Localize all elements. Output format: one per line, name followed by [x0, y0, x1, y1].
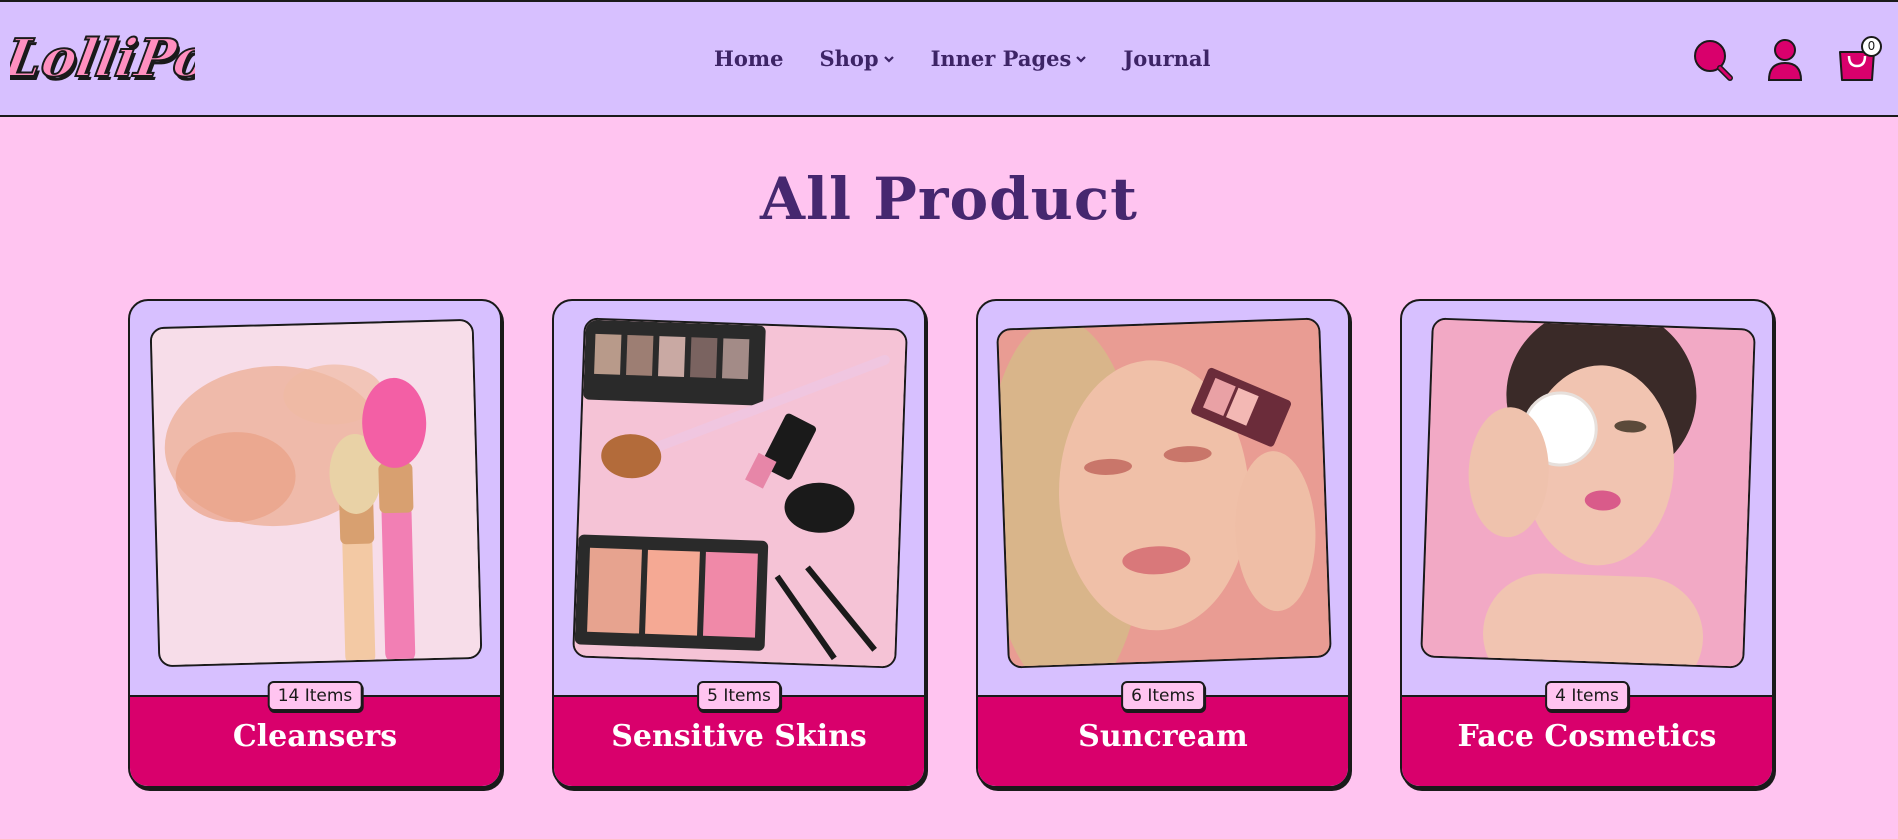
- category-name: Face Cosmetics: [1457, 719, 1717, 754]
- item-count-badge: 6 Items: [1121, 681, 1205, 711]
- lollipop-logo[interactable]: LolliPop LolliPop: [10, 16, 195, 102]
- account-button[interactable]: [1764, 38, 1806, 82]
- category-name: Sensitive Skins: [611, 719, 867, 754]
- nav-shop[interactable]: Shop: [819, 46, 894, 71]
- category-name: Suncream: [1078, 719, 1248, 754]
- category-name: Cleansers: [232, 719, 398, 754]
- powder-and-brushes-photo: [149, 318, 483, 668]
- svg-text:LolliPop: LolliPop: [10, 28, 195, 89]
- category-card-suncream[interactable]: 6 Items Suncream: [976, 299, 1350, 788]
- category-card-face-cosmetics[interactable]: 4 Items Face Cosmetics: [1400, 299, 1774, 788]
- item-count-badge: 14 Items: [267, 681, 363, 711]
- chevron-down-icon: [883, 55, 894, 63]
- woman-with-cotton-pad-photo: [1420, 317, 1756, 669]
- category-card-sensitive-skins[interactable]: 5 Items Sensitive Skins: [552, 299, 926, 788]
- item-count-badge: 4 Items: [1545, 681, 1629, 711]
- nav-journal[interactable]: Journal: [1123, 46, 1210, 71]
- nav-inner-pages[interactable]: Inner Pages: [931, 46, 1088, 71]
- header-actions: 0: [1662, 36, 1882, 82]
- search-icon: [1694, 40, 1733, 81]
- makeup-flatlay-photo: [572, 317, 908, 669]
- cart-button[interactable]: 0: [1836, 36, 1882, 82]
- cart-count-badge: 0: [1861, 36, 1882, 57]
- nav-home[interactable]: Home: [714, 46, 783, 71]
- user-icon: [1767, 39, 1803, 81]
- search-button[interactable]: [1692, 38, 1734, 82]
- chevron-down-icon: [1076, 55, 1087, 63]
- category-card-cleansers[interactable]: 14 Items Cleansers: [128, 299, 502, 788]
- woman-with-eyeshadow-palette-photo: [996, 317, 1332, 669]
- main-nav: Home Shop Inner Pages Journal: [714, 46, 1247, 71]
- page-title: All Product: [760, 165, 1138, 233]
- site-header: LolliPop LolliPop Home Shop Inner Pages …: [0, 0, 1898, 117]
- item-count-badge: 5 Items: [697, 681, 781, 711]
